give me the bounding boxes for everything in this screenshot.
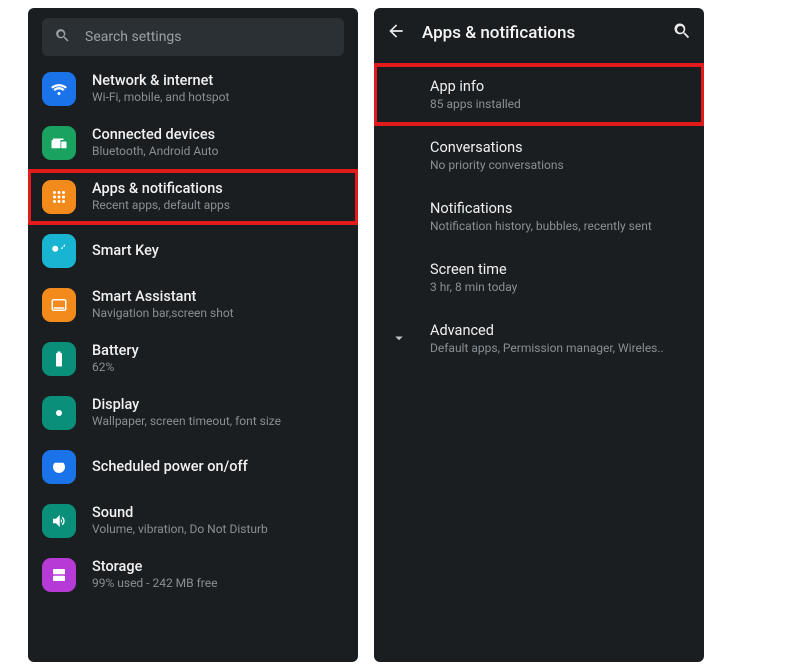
app-bar: Apps & notifications xyxy=(374,8,704,58)
wifi-icon xyxy=(42,72,76,106)
setting-storage[interactable]: Storage 99% used - 242 MB free xyxy=(28,548,358,602)
item-advanced[interactable]: Advanced Default apps, Permission manage… xyxy=(374,308,704,369)
storage-icon xyxy=(42,558,76,592)
sound-icon xyxy=(42,504,76,538)
setting-title: Sound xyxy=(92,504,268,521)
setting-title: Apps & notifications xyxy=(92,180,230,197)
devices-icon xyxy=(42,126,76,160)
setting-smart-key[interactable]: Smart Key xyxy=(28,224,358,278)
item-notifications[interactable]: Notifications Notification history, bubb… xyxy=(374,186,704,247)
setting-title: Smart Key xyxy=(92,242,159,259)
search-button[interactable] xyxy=(672,21,692,45)
power-icon xyxy=(42,450,76,484)
item-subtitle: 85 apps installed xyxy=(430,97,688,111)
item-subtitle: Default apps, Permission manager, Wirele… xyxy=(430,341,688,355)
setting-title: Battery xyxy=(92,342,139,359)
search-icon xyxy=(54,27,71,48)
setting-subtitle: 99% used - 242 MB free xyxy=(92,576,217,592)
item-subtitle: No priority conversations xyxy=(430,158,688,172)
setting-subtitle: Recent apps, default apps xyxy=(92,198,230,214)
setting-sound[interactable]: Sound Volume, vibration, Do Not Disturb xyxy=(28,494,358,548)
apps-notifications-list: App info 85 apps installed Conversations… xyxy=(374,58,704,375)
setting-title: Display xyxy=(92,396,281,413)
setting-subtitle: Volume, vibration, Do Not Disturb xyxy=(92,522,268,538)
setting-apps-notifications[interactable]: Apps & notifications Recent apps, defaul… xyxy=(28,170,358,224)
page-title: Apps & notifications xyxy=(422,23,656,43)
key-icon xyxy=(42,234,76,268)
setting-display[interactable]: Display Wallpaper, screen timeout, font … xyxy=(28,386,358,440)
battery-icon xyxy=(42,342,76,376)
apps-notifications-screen: Apps & notifications App info 85 apps in… xyxy=(374,8,704,662)
navbar-icon xyxy=(42,288,76,322)
setting-connected-devices[interactable]: Connected devices Bluetooth, Android Aut… xyxy=(28,116,358,170)
setting-title: Storage xyxy=(92,558,217,575)
item-subtitle: 3 hr, 8 min today xyxy=(430,280,688,294)
item-title: Screen time xyxy=(430,261,688,278)
settings-screen: Search settings Network & internet Wi-Fi… xyxy=(28,8,358,662)
item-screen-time[interactable]: Screen time 3 hr, 8 min today xyxy=(374,247,704,308)
setting-title: Connected devices xyxy=(92,126,218,143)
item-conversations[interactable]: Conversations No priority conversations xyxy=(374,125,704,186)
setting-smart-assistant[interactable]: Smart Assistant Navigation bar,screen sh… xyxy=(28,278,358,332)
setting-subtitle: Bluetooth, Android Auto xyxy=(92,144,218,160)
item-title: Notifications xyxy=(430,200,688,217)
setting-subtitle: Wi-Fi, mobile, and hotspot xyxy=(92,90,229,106)
setting-scheduled-power[interactable]: Scheduled power on/off xyxy=(28,440,358,494)
chevron-down-icon xyxy=(390,329,410,349)
item-app-info[interactable]: App info 85 apps installed xyxy=(374,64,704,125)
search-settings[interactable]: Search settings xyxy=(42,18,344,56)
setting-subtitle: Wallpaper, screen timeout, font size xyxy=(92,414,281,430)
setting-subtitle: 62% xyxy=(92,360,139,376)
item-subtitle: Notification history, bubbles, recently … xyxy=(430,219,688,233)
item-title: App info xyxy=(430,78,688,95)
setting-battery[interactable]: Battery 62% xyxy=(28,332,358,386)
setting-title: Scheduled power on/off xyxy=(92,458,248,475)
settings-list: Network & internet Wi-Fi, mobile, and ho… xyxy=(28,62,358,602)
back-button[interactable] xyxy=(386,21,406,45)
setting-title: Network & internet xyxy=(92,72,229,89)
apps-icon xyxy=(42,180,76,214)
setting-title: Smart Assistant xyxy=(92,288,234,305)
item-title: Conversations xyxy=(430,139,688,156)
item-title: Advanced xyxy=(430,322,688,339)
search-placeholder: Search settings xyxy=(85,29,182,45)
setting-network-internet[interactable]: Network & internet Wi-Fi, mobile, and ho… xyxy=(28,62,358,116)
setting-subtitle: Navigation bar,screen shot xyxy=(92,306,234,322)
display-icon xyxy=(42,396,76,430)
